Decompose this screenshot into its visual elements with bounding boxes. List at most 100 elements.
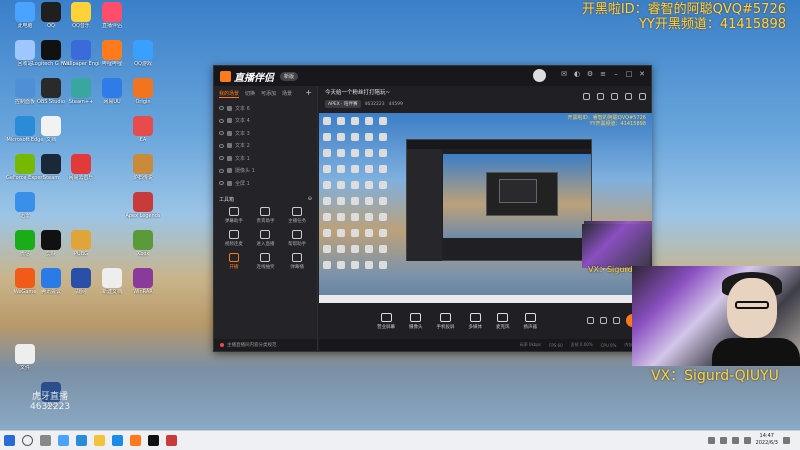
close-button[interactable]: ✕	[638, 70, 646, 78]
tab-scene-2[interactable]: 可添加	[261, 90, 276, 98]
tool-item[interactable]: 连线抽奖	[250, 252, 282, 270]
layout-icon[interactable]	[583, 93, 590, 100]
desktop-icon[interactable]: PUBG	[62, 230, 100, 257]
source-row[interactable]: 文本 3	[219, 127, 312, 140]
message-icon[interactable]: ✉	[560, 70, 568, 78]
left-footer[interactable]: 主播直播间内容分类规范	[214, 339, 317, 351]
tool-item[interactable]: 帮帮助手	[281, 229, 313, 247]
toolbar-item[interactable]: 手机投屏	[437, 312, 455, 330]
taskbar-folder-icon[interactable]	[94, 435, 105, 446]
toolbar-item[interactable]: 麦克风	[496, 312, 510, 330]
taskbar-app-4-icon[interactable]	[112, 435, 123, 446]
start-icon[interactable]	[4, 435, 15, 446]
toolbar-item[interactable]: 摄像头	[409, 312, 423, 330]
desktop-icon[interactable]: Xbox	[124, 230, 162, 257]
tool-item[interactable]: 弹幕助手	[218, 206, 250, 224]
lock-icon[interactable]	[227, 155, 232, 161]
tool-item[interactable]: 进入直播	[250, 229, 282, 247]
lock-icon[interactable]	[227, 130, 232, 136]
toolbox-more-icon[interactable]: ⊖	[308, 196, 312, 203]
lock-icon[interactable]	[227, 168, 232, 174]
desktop-icon[interactable]: WinRAR	[124, 268, 162, 295]
lock-icon[interactable]	[227, 180, 232, 186]
preview-icon	[337, 261, 345, 269]
toolbar-item[interactable]: 扬声器	[524, 312, 537, 330]
settings-icon[interactable]: ⚙	[586, 70, 594, 78]
effects-icon[interactable]	[612, 317, 620, 324]
lock-icon[interactable]	[227, 118, 232, 124]
refresh-icon[interactable]	[639, 93, 646, 100]
desktop-icon[interactable]: EA	[124, 116, 162, 143]
desktop-icon[interactable]: 迅雷	[6, 192, 44, 219]
source-row[interactable]: 文本 6	[219, 102, 312, 115]
tool-item[interactable]: 主播任务	[281, 206, 313, 224]
toolbar-item[interactable]: 多媒体	[469, 312, 482, 330]
preview-icon	[337, 181, 345, 189]
toolbar-icon	[469, 312, 481, 322]
desktop-icon[interactable]: 文件	[6, 344, 44, 371]
skin-icon[interactable]: ◐	[573, 70, 581, 78]
maximize-button[interactable]: □	[625, 70, 633, 78]
minimize-button[interactable]: –	[612, 70, 620, 78]
category-tag[interactable]: APEX · 陪伴赛	[325, 100, 361, 108]
notification-icon[interactable]	[783, 436, 790, 444]
tray-chevron-icon[interactable]	[707, 436, 715, 444]
taskbar-app-2-icon[interactable]	[76, 435, 87, 446]
taskbar-app-edge-icon[interactable]	[58, 435, 69, 446]
app-icon	[133, 192, 153, 212]
search-icon[interactable]	[22, 435, 33, 446]
add-source-icon[interactable]: +	[305, 89, 312, 98]
desktop-icon[interactable]: QQ游戏	[124, 40, 162, 67]
tool-icon	[292, 252, 303, 262]
tool-item[interactable]: 视频连麦	[218, 229, 250, 247]
desktop-icon[interactable]: 直播伴侣	[93, 2, 131, 29]
visibility-icon[interactable]	[219, 118, 224, 123]
bell-icon[interactable]	[625, 93, 632, 100]
tool-item[interactable]: 贵宾助手	[250, 206, 282, 224]
visibility-icon[interactable]	[219, 143, 224, 148]
network-icon[interactable]	[719, 436, 727, 444]
desktop-icon[interactable]: 文档	[32, 116, 70, 143]
version-badge[interactable]: 新版	[280, 71, 299, 81]
app-icon	[41, 154, 61, 174]
tool-item[interactable]: 弹幕播	[281, 252, 313, 270]
clip-icon[interactable]	[599, 317, 607, 324]
taskbar-app-7-icon[interactable]	[166, 435, 177, 446]
ime-icon[interactable]	[743, 436, 751, 444]
desktop-icon[interactable]: Apex Legends	[124, 192, 162, 219]
visibility-icon[interactable]	[219, 156, 224, 161]
source-row[interactable]: 全屏 1	[219, 177, 312, 190]
volume-icon[interactable]	[731, 436, 739, 444]
taskbar-live-companion-icon[interactable]	[130, 435, 141, 446]
tool-label: 视频连麦	[224, 241, 243, 247]
lock-icon[interactable]	[597, 93, 604, 100]
desktop-icon[interactable]: Origin	[124, 78, 162, 105]
toolbar-item[interactable]: 营业屏幕	[377, 312, 395, 330]
source-row[interactable]: 文本 1	[219, 152, 312, 165]
tab-scene-0[interactable]: 我的场景	[219, 90, 240, 98]
vx-small-text: VX：Sigurd	[588, 265, 633, 274]
source-row[interactable]: 摄像头 1	[219, 165, 312, 178]
source-row[interactable]: 文本 2	[219, 140, 312, 153]
desktop-icon[interactable]: 炉石传说	[124, 154, 162, 181]
record-icon[interactable]	[586, 317, 594, 324]
lock-icon[interactable]	[227, 143, 232, 149]
source-row[interactable]: 文本 4	[219, 115, 312, 128]
menu-icon[interactable]: ≡	[599, 70, 607, 78]
visibility-icon[interactable]	[219, 181, 224, 186]
tab-scene-1[interactable]: 切换	[245, 90, 255, 98]
taskbar-clock[interactable]: 14:47 2022/6/3	[756, 433, 778, 447]
lock-icon[interactable]	[227, 105, 232, 111]
taskbar-app-6-icon[interactable]	[148, 435, 159, 446]
tool-item[interactable]: 开播	[218, 252, 250, 270]
visibility-icon[interactable]	[219, 168, 224, 173]
visibility-icon[interactable]	[219, 131, 224, 136]
desktop-icon-label: Origin	[135, 99, 151, 105]
visibility-icon[interactable]	[219, 106, 224, 111]
share-icon[interactable]	[611, 93, 618, 100]
preview-icon	[323, 133, 331, 141]
tab-scene-3[interactable]: 场景	[282, 90, 292, 98]
task-view-icon[interactable]	[40, 435, 51, 446]
desktop-icon[interactable]: 网易云音乐	[62, 154, 100, 181]
user-avatar[interactable]	[533, 69, 546, 82]
